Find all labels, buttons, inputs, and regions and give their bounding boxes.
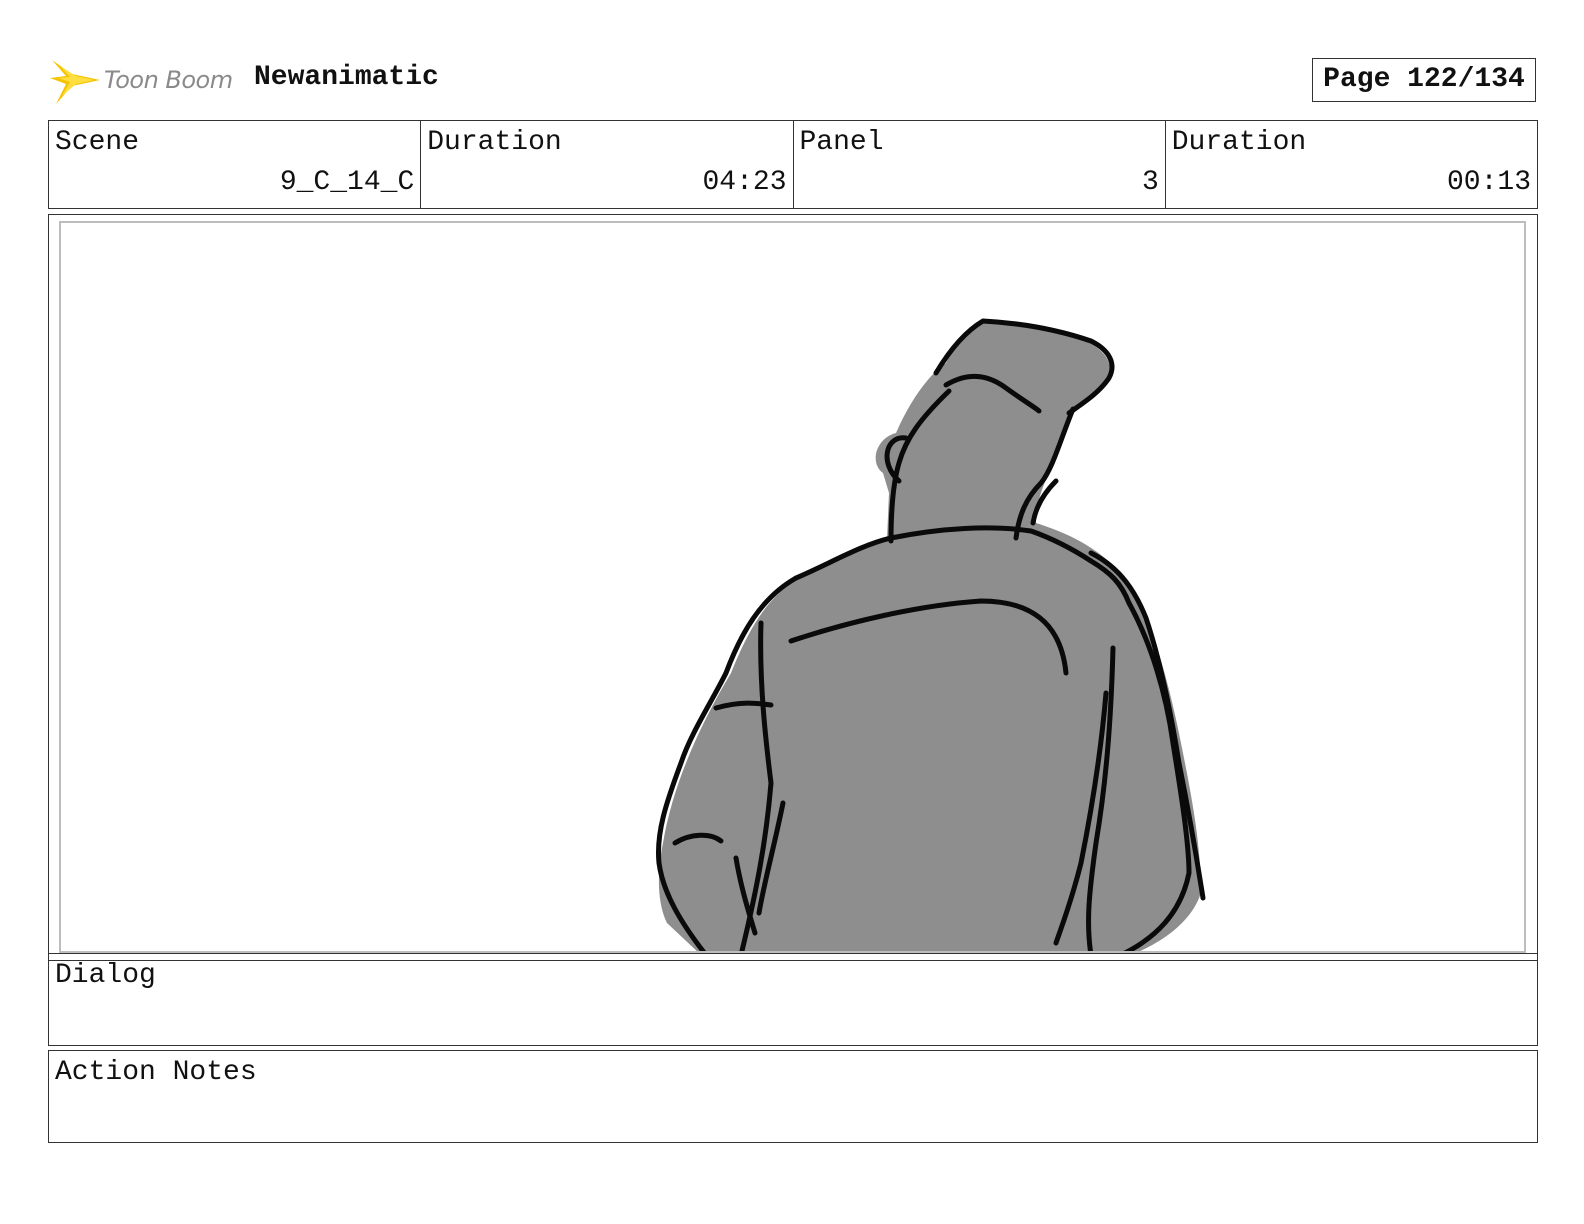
scene-label: Scene: [55, 127, 140, 158]
scene-info-table: Scene 9_C_14_C Duration 04:23 Panel 3 Du…: [48, 120, 1538, 209]
panel-duration-cell: Duration 00:13: [1166, 121, 1537, 208]
scene-duration-value: 04:23: [702, 167, 787, 198]
panel-image: [59, 221, 1526, 953]
panel-duration-value: 00:13: [1446, 167, 1531, 198]
scene-cell: Scene 9_C_14_C: [49, 121, 422, 208]
dialog-box: Dialog: [48, 953, 1538, 1046]
panel-cell: Panel 3: [794, 121, 1166, 208]
panel-value: 3: [1141, 167, 1159, 198]
action-notes-box: Action Notes: [48, 1050, 1538, 1143]
panel-frame: [48, 214, 1538, 961]
scene-duration-cell: Duration 04:23: [421, 121, 794, 208]
dialog-label: Dialog: [55, 960, 156, 991]
page-number: Page 122/134: [1312, 58, 1536, 102]
project-title: Newanimatic: [254, 62, 439, 93]
action-notes-label: Action Notes: [55, 1057, 257, 1088]
scene-value: 9_C_14_C: [279, 167, 415, 198]
scene-duration-label: Duration: [427, 127, 562, 158]
panel-duration-label: Duration: [1171, 127, 1307, 158]
panel-label: Panel: [799, 127, 884, 158]
logo-text: Toon Boom: [104, 66, 233, 94]
character-back-sketch: [655, 318, 1206, 951]
toon-boom-logo: Toon Boom: [50, 56, 240, 106]
starburst-logo-icon: [50, 60, 100, 104]
